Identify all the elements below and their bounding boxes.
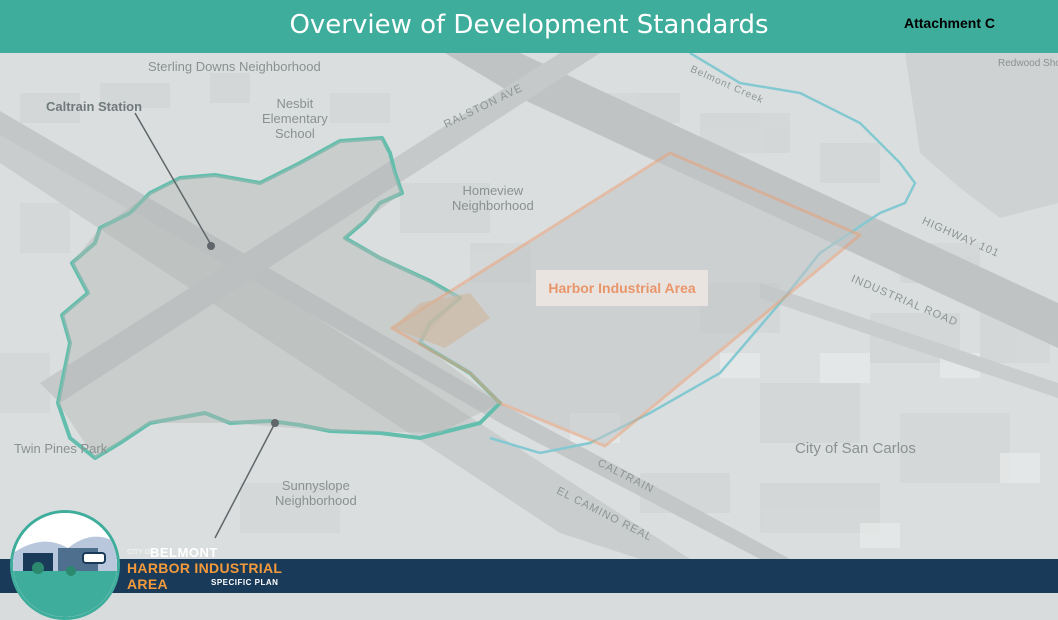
label-sunnyslope: Sunnyslope Neighborhood [275,478,357,508]
logo-harbor-industrial-area: HARBOR INDUSTRIAL AREA [127,560,282,592]
label-city-san-carlos: City of San Carlos [795,440,916,457]
label-sterling-downs: Sterling Downs Neighborhood [148,59,321,74]
logo-specific-plan: SPECIFIC PLAN [211,578,279,587]
label-redwood-shores: Redwood Shores [998,58,1058,69]
logo-illustration-icon [13,513,117,617]
aerial-map: Sterling Downs Neighborhood Caltrain Sta… [0,53,1058,559]
logo-emblem [10,510,120,620]
label-nesbit-school: Nesbit Elementary School [262,96,328,141]
map-graphic [0,53,1058,559]
title-bar: Overview of Development Standards Attach… [0,0,1058,53]
harbor-industrial-logo: CITY OF BELMONT HARBOR INDUSTRIAL AREA S… [10,510,295,620]
label-twin-pines-park: Twin Pines Park [14,441,108,456]
label-caltrain-station: Caltrain Station [46,99,143,114]
label-homeview: Homeview Neighborhood [452,183,534,213]
slide-title: Overview of Development Standards [289,10,769,40]
label-harbor-industrial-area: Harbor Industrial Area [536,270,708,306]
attachment-label: Attachment C [904,15,996,31]
logo-belmont: BELMONT [150,545,218,560]
